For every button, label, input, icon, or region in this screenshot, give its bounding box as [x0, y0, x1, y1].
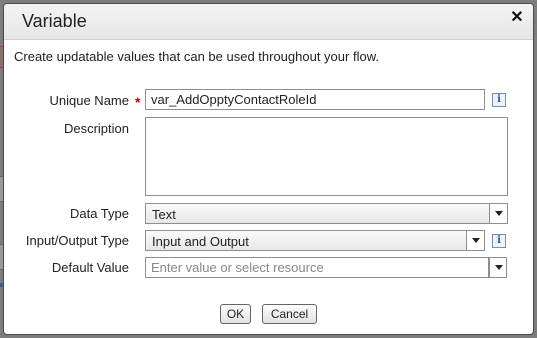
dialog-header: Variable ✕: [4, 4, 533, 40]
info-icon[interactable]: i: [492, 234, 506, 248]
info-icon[interactable]: i: [492, 93, 506, 107]
description-textarea[interactable]: [145, 117, 508, 196]
dialog-title: Variable: [22, 11, 87, 31]
default-value-label: Default Value: [51, 260, 129, 275]
unique-name-input[interactable]: var_AddOpptyContactRoleId: [145, 89, 485, 110]
io-type-select[interactable]: Input and Output: [145, 230, 485, 251]
close-icon[interactable]: ✕: [510, 10, 524, 26]
data-type-select[interactable]: Text: [145, 203, 508, 224]
data-type-label: Data Type: [69, 206, 129, 221]
required-indicator: *: [135, 94, 141, 110]
chevron-down-icon[interactable]: [489, 204, 507, 223]
dialog-intro-text: Create updatable values that can be used…: [14, 49, 379, 64]
chevron-down-icon[interactable]: [466, 231, 484, 250]
io-type-selected-value: Input and Output: [152, 234, 249, 249]
unique-name-label: Unique Name: [49, 93, 130, 108]
ok-button[interactable]: OK: [220, 304, 251, 324]
variable-dialog: Variable ✕ Create updatable values that …: [3, 3, 534, 335]
chevron-down-icon[interactable]: [489, 257, 507, 278]
default-value-input[interactable]: Enter value or select resource: [145, 257, 489, 278]
io-type-label: Input/Output Type: [25, 233, 129, 248]
cancel-button[interactable]: Cancel: [262, 304, 317, 324]
description-label: Description: [63, 121, 129, 136]
data-type-selected-value: Text: [152, 207, 176, 222]
